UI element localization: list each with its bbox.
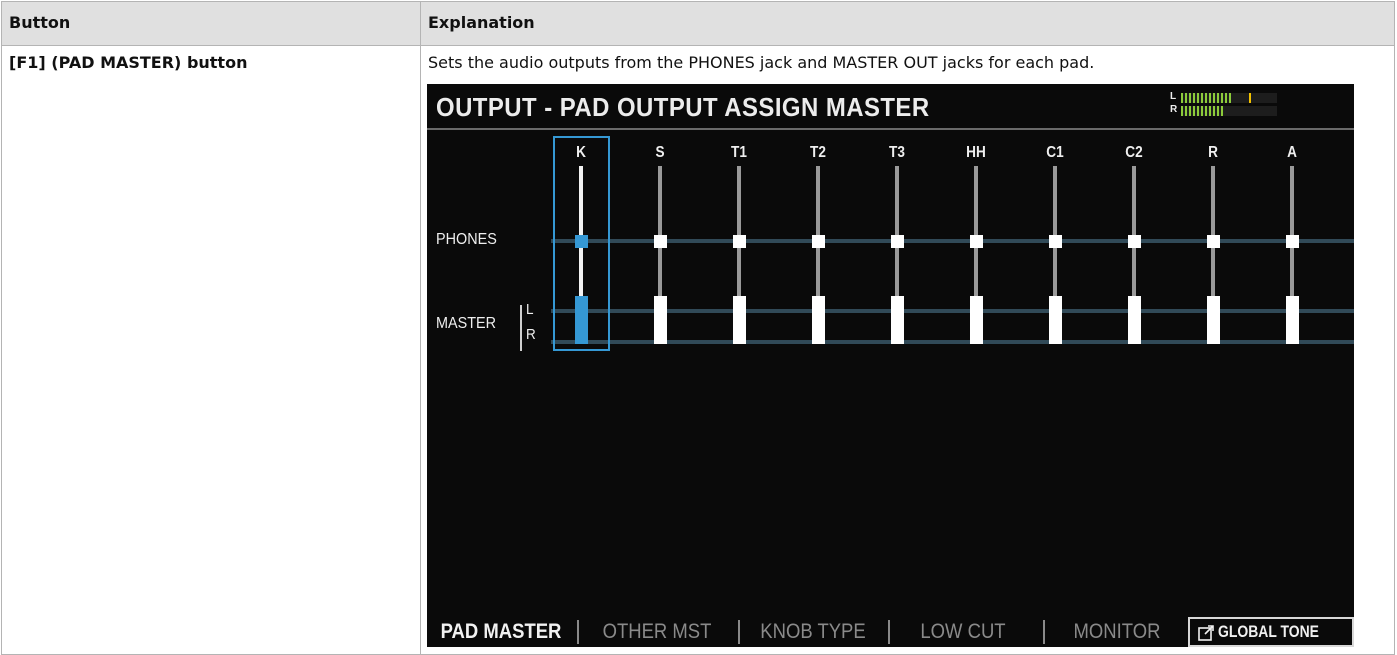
phones-knob-c2[interactable] xyxy=(1128,235,1141,248)
header-explanation: Explanation xyxy=(420,1,1395,46)
header-button: Button xyxy=(1,1,421,46)
master-label: MASTER xyxy=(436,315,497,332)
meter-segment xyxy=(1217,93,1219,103)
tab-knob-type[interactable]: KNOB TYPE xyxy=(751,618,874,646)
master-l-label: L xyxy=(526,301,534,318)
phones-knob-t2[interactable] xyxy=(812,235,825,248)
master-knob-hh[interactable] xyxy=(970,296,983,344)
external-link-icon xyxy=(1198,624,1214,641)
selected-pad-highlight xyxy=(553,136,610,351)
device-screen: OUTPUT - PAD OUTPUT ASSIGN MASTER L R KS… xyxy=(427,84,1354,647)
tab-divider xyxy=(888,620,890,644)
meter-left-label: L xyxy=(1170,91,1177,102)
meter-segment xyxy=(1181,106,1183,116)
meter-segment xyxy=(1185,106,1187,116)
header-button-label: Button xyxy=(9,13,71,32)
master-knob-c2[interactable] xyxy=(1128,296,1141,344)
master-knob-t3[interactable] xyxy=(891,296,904,344)
explanation-table: Button Explanation [F1] (PAD MASTER) but… xyxy=(1,1,1395,655)
phones-line xyxy=(551,239,1354,243)
global-tone-label: GLOBAL TONE xyxy=(1218,622,1319,641)
meter-segment xyxy=(1181,93,1183,103)
meter-segment xyxy=(1209,106,1211,116)
master-knob-r[interactable] xyxy=(1207,296,1220,344)
meter-segment xyxy=(1193,106,1195,116)
meter-segment xyxy=(1213,106,1215,116)
pad-label-t2: T2 xyxy=(810,144,826,161)
phones-knob-t3[interactable] xyxy=(891,235,904,248)
master-knob-s[interactable] xyxy=(654,296,667,344)
pad-label-t3: T3 xyxy=(889,144,905,161)
meter-segment xyxy=(1229,93,1231,103)
meter-segment xyxy=(1205,106,1207,116)
header-explanation-label: Explanation xyxy=(428,13,535,32)
master-knob-t2[interactable] xyxy=(812,296,825,344)
level-meter: L R xyxy=(1167,88,1277,126)
tab-pad-master[interactable]: PAD MASTER xyxy=(439,618,562,646)
master-knob-c1[interactable] xyxy=(1049,296,1062,344)
meter-segment xyxy=(1213,93,1215,103)
meter-segment xyxy=(1221,106,1223,116)
tab-divider xyxy=(738,620,740,644)
meter-segment xyxy=(1197,106,1199,116)
title-divider xyxy=(427,128,1354,130)
function-tabs: PAD MASTER OTHER MST KNOB TYPE LOW CUT M… xyxy=(427,612,1354,647)
pad-label-r: R xyxy=(1208,144,1218,161)
tab-divider xyxy=(1043,620,1045,644)
button-cell: [F1] (PAD MASTER) button xyxy=(1,45,421,655)
meter-left-bar xyxy=(1181,93,1277,103)
pad-label-s: S xyxy=(655,144,665,161)
meter-segment xyxy=(1185,93,1187,103)
master-l-line xyxy=(551,309,1354,313)
meter-peak-marker xyxy=(1249,93,1251,103)
phones-knob-c1[interactable] xyxy=(1049,235,1062,248)
explanation-text: Sets the audio outputs from the PHONES j… xyxy=(428,53,1095,72)
meter-segment xyxy=(1205,93,1207,103)
button-name: [F1] (PAD MASTER) button xyxy=(9,53,248,72)
master-knob-a[interactable] xyxy=(1286,296,1299,344)
meter-segment xyxy=(1209,93,1211,103)
tab-low-cut[interactable]: LOW CUT xyxy=(901,618,1024,646)
meter-segment xyxy=(1201,106,1203,116)
meter-right-bar xyxy=(1181,106,1277,116)
tab-other-mst[interactable]: OTHER MST xyxy=(591,618,723,646)
pad-label-hh: HH xyxy=(966,144,986,161)
phones-label: PHONES xyxy=(436,231,497,248)
phones-knob-t1[interactable] xyxy=(733,235,746,248)
tab-divider xyxy=(577,620,579,644)
screen-title: OUTPUT - PAD OUTPUT ASSIGN MASTER xyxy=(436,92,930,122)
pad-label-c1: C1 xyxy=(1046,144,1064,161)
master-r-label: R xyxy=(526,326,536,343)
meter-segment xyxy=(1201,93,1203,103)
master-bracket xyxy=(520,305,522,351)
phones-knob-s[interactable] xyxy=(654,235,667,248)
pad-label-a: A xyxy=(1287,144,1297,161)
phones-knob-r[interactable] xyxy=(1207,235,1220,248)
master-knob-t1[interactable] xyxy=(733,296,746,344)
meter-segment xyxy=(1189,106,1191,116)
phones-knob-a[interactable] xyxy=(1286,235,1299,248)
tab-monitor[interactable]: MONITOR xyxy=(1055,618,1178,646)
explanation-cell: Sets the audio outputs from the PHONES j… xyxy=(420,45,1395,655)
pad-label-c2: C2 xyxy=(1125,144,1143,161)
meter-segment xyxy=(1197,93,1199,103)
meter-segment xyxy=(1221,93,1223,103)
meter-segment xyxy=(1217,106,1219,116)
master-r-line xyxy=(551,340,1354,344)
table-row: [F1] (PAD MASTER) button Sets the audio … xyxy=(1,45,1395,655)
meter-segment xyxy=(1189,93,1191,103)
meter-segment xyxy=(1225,93,1227,103)
tab-global-tone[interactable]: GLOBAL TONE xyxy=(1188,617,1354,647)
phones-knob-hh[interactable] xyxy=(970,235,983,248)
meter-segment xyxy=(1193,93,1195,103)
meter-right-label: R xyxy=(1170,104,1178,115)
pad-label-t1: T1 xyxy=(731,144,747,161)
